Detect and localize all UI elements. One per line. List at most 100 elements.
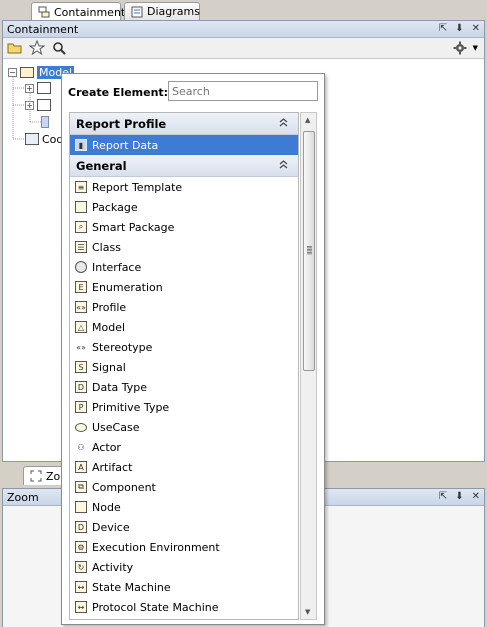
group-header[interactable]: General [70,155,298,177]
scrollbar-thumb[interactable]: ═ ═ ═ [303,131,315,371]
list-item-label: Actor [92,440,121,454]
node-icon [75,501,87,513]
scroll-up-arrow[interactable]: ▲ [305,116,310,124]
list-item-label: Package [92,200,138,214]
undock-button[interactable]: ⇱ [439,23,447,34]
list-item-label: Artifact [92,460,133,474]
list-item-label: Interface [92,260,142,274]
list-item-label: Component [92,480,156,494]
close-button[interactable]: ✕ [472,23,480,34]
list-item[interactable]: ⧉ Component [70,477,298,497]
scrollbar[interactable]: ▲ ═ ═ ═ ▼ [300,112,317,620]
list-item[interactable]: «» Profile [70,297,298,317]
list-item-label: Activity [92,560,134,574]
interface-icon [75,261,87,273]
list-item[interactable]: UseCase [70,417,298,437]
close-button[interactable]: ✕ [472,491,480,502]
execution-environment-icon: ⚙ [75,541,87,553]
list-item[interactable]: ⚙ Execution Environment [70,537,298,557]
class-icon: ☰ [75,241,87,253]
scroll-down-arrow[interactable]: ▼ [305,608,310,616]
zoom-panel-title: Zoom [7,490,39,504]
list-item[interactable]: ▮ Report Data [70,135,298,155]
collapse-group-icon[interactable] [279,117,288,130]
collapse-group-icon[interactable] [279,159,288,172]
data-type-icon: D [75,381,87,393]
scrollbar-grip: ═ ═ ═ [307,243,312,258]
model-icon: △ [75,321,87,333]
primitive-type-icon: P [75,401,87,413]
containment-panel-title: Containment [7,22,79,36]
search-input[interactable] [168,81,318,101]
list-item-label: Primitive Type [92,400,170,414]
list-item-label: Profile [92,300,127,314]
tree-lines [12,77,41,140]
group-header[interactable]: Report Profile [70,113,298,135]
open-folder-icon[interactable] [7,40,23,56]
diagrams-icon [131,6,143,18]
create-element-popup: Create Element: Report Profile ▮ Report Da… [61,73,325,625]
list-item[interactable]: Node [70,497,298,517]
list-item[interactable]: S Signal [70,357,298,377]
search-icon[interactable] [51,40,67,56]
package-icon [75,201,87,213]
state-machine-icon: ↔ [75,581,87,593]
list-item[interactable]: A Artifact [70,457,298,477]
undock-button[interactable]: ⇱ [439,491,447,502]
usecase-icon [75,422,87,432]
tab-diagrams[interactable]: Diagrams [124,2,200,20]
list-item[interactable]: △ Model [70,317,298,337]
tab-containment[interactable]: Containment [31,2,125,21]
smart-package-icon: ⌕ [75,221,87,233]
signal-icon: S [75,361,87,373]
gear-dropdown-arrow[interactable]: ▼ [473,44,478,52]
list-item[interactable]: Package [70,197,298,217]
list-item[interactable]: E Enumeration [70,277,298,297]
tab-containment-label: Containment [54,5,126,19]
device-icon: D [75,521,87,533]
list-item-label: Node [92,500,121,514]
actor-icon: ⚇ [77,442,85,452]
list-item-label: Signal [92,360,126,374]
list-item[interactable]: ☰ Class [70,237,298,257]
pin-button[interactable]: ⬇ [455,491,463,502]
list-item-label: State Machine [92,580,171,594]
list-item[interactable]: ↔ State Machine [70,577,298,597]
component-icon: ⧉ [75,481,87,493]
create-element-label: Create Element: [68,85,169,99]
list-item-label: Execution Environment [92,540,220,554]
list-item[interactable]: ↔ Protocol State Machine [70,597,298,617]
list-item-label: Data Type [92,380,148,394]
tab-zoom-label: Zo [46,469,61,483]
list-item[interactable]: ⌕ Smart Package [70,217,298,237]
list-item-label: Model [92,320,126,334]
list-item-label: Protocol State Machine [92,600,219,614]
artifact-icon: A [75,461,87,473]
list-item[interactable]: D Data Type [70,377,298,397]
list-item[interactable]: D Device [70,517,298,537]
containment-toolbar: ▼ [3,38,484,59]
enumeration-icon: E [75,281,87,293]
list-item-label: Report Template [92,180,183,194]
report-data-icon: ▮ [75,139,87,151]
list-item[interactable]: Interface [70,257,298,277]
protocol-state-machine-icon: ↔ [75,601,87,613]
list-item-label: Enumeration [92,280,163,294]
pin-button[interactable]: ⬇ [455,23,463,34]
list-item[interactable]: ⚇ Actor [70,437,298,457]
containment-icon [38,6,50,18]
gear-icon[interactable] [452,40,468,56]
list-item[interactable]: «» Stereotype [70,337,298,357]
list-item-label: Class [92,240,121,254]
group-header-label: Report Profile [76,116,167,131]
list-item-label: UseCase [92,420,140,434]
star-icon[interactable] [29,40,45,56]
list-item[interactable]: ↻ Activity [70,557,298,577]
stereotype-icon: «» [76,342,86,352]
list-item[interactable]: P Primitive Type [70,397,298,417]
top-tab-bar: Containment Diagrams [0,0,487,21]
list-item[interactable]: ≡ Report Template [70,177,298,197]
zoom-icon [30,470,42,482]
list-item-label: Report Data [92,138,159,152]
element-list: Report Profile ▮ Report Data General ≡ Report… [69,112,299,620]
